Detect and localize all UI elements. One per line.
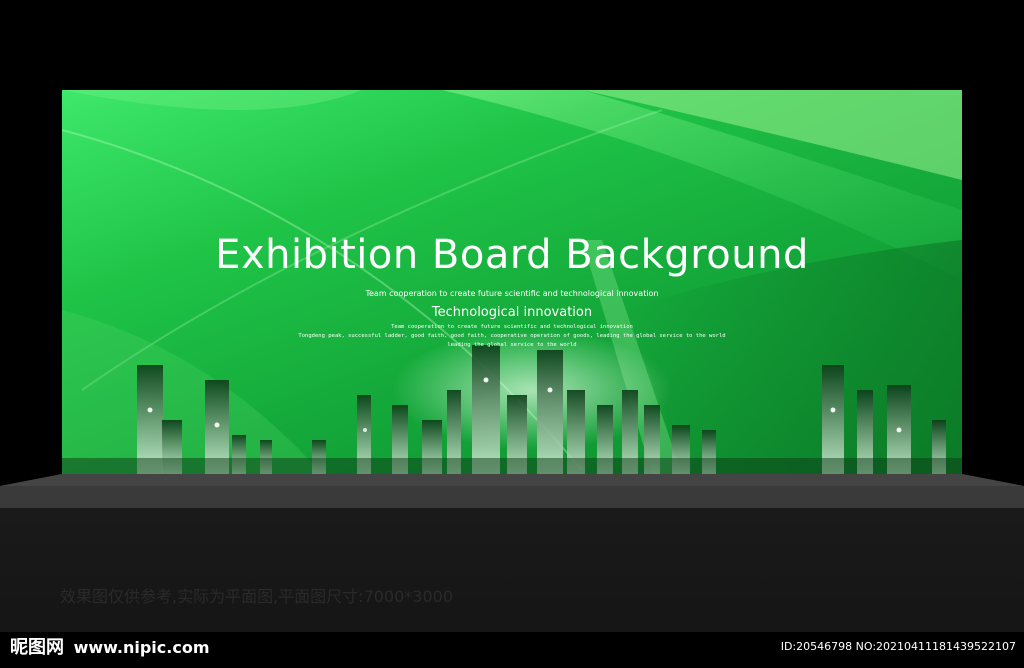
site-url: www.nipic.com — [73, 638, 210, 657]
exhibition-mockup-scene: Exhibition Board Background Team coopera… — [0, 0, 1024, 668]
board-subtitle: Technological innovation — [431, 305, 593, 320]
reference-caption: 效果图仅供参考,实际为平面图,平面图尺寸:7000*3000 — [60, 587, 454, 606]
exhibition-board: Exhibition Board Background Team coopera… — [62, 90, 962, 474]
board-small-line: Team cooperation to create future scient… — [391, 324, 633, 330]
image-id-label: ID:20546798 NO:20210411181439522107 — [780, 640, 1016, 653]
site-brand: 昵图网 — [10, 637, 64, 658]
board-small-line: Tongdeng peak, successful ladder, good f… — [298, 333, 726, 339]
stage-floor — [0, 474, 1024, 508]
board-small-line: leading the global service to the world — [447, 342, 577, 348]
board-title: Exhibition Board Background — [215, 232, 809, 278]
site-logo: 昵图网 www.nipic.com — [10, 639, 210, 657]
board-tagline: Team cooperation to create future scient… — [365, 289, 659, 298]
board-background-graphics — [62, 90, 962, 474]
